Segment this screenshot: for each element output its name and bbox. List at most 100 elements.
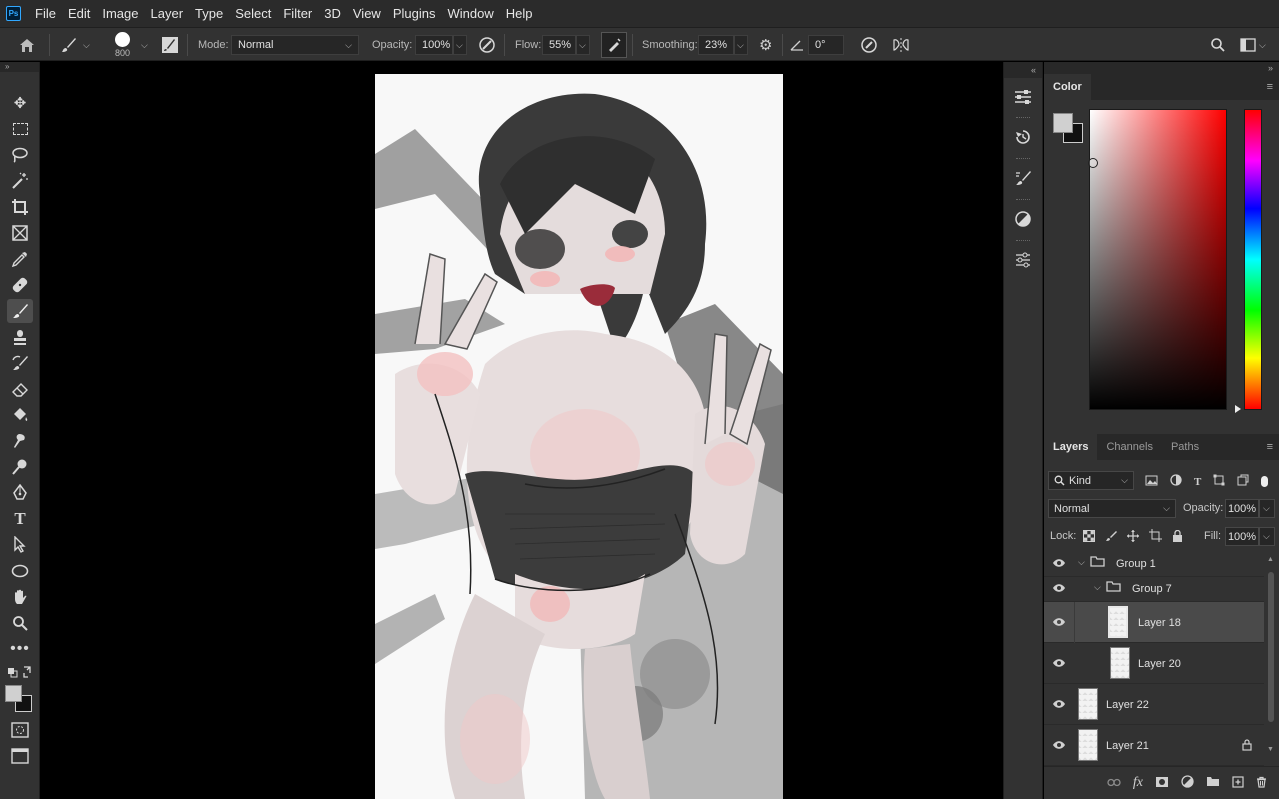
scrollbar-thumb[interactable] [1268,572,1274,722]
adjustments-icon[interactable] [1008,204,1038,234]
filter-adjustment-icon[interactable] [1170,474,1182,489]
chevron-down-icon[interactable]: ⌵ [141,28,148,62]
blend-mode-select[interactable]: Normal ⌵ [1048,499,1176,518]
trash-icon[interactable] [1256,776,1267,791]
fill-dropdown[interactable]: ⌵ [1259,527,1275,546]
new-layer-icon[interactable] [1232,775,1244,791]
panel-menu-icon[interactable]: ≡ [1267,81,1273,93]
pen-tool-icon[interactable] [7,481,33,505]
search-icon[interactable] [1210,28,1226,62]
menu-view[interactable]: View [347,0,387,27]
dodge-tool-icon[interactable] [7,455,33,479]
menu-image[interactable]: Image [96,0,144,27]
layer-row-group-1[interactable]: ⌵ Group 1 [1044,552,1264,577]
brush-tool-preset-icon[interactable]: ⌵ [60,28,90,62]
color-saturation-field[interactable] [1089,109,1227,410]
menu-window[interactable]: Window [441,0,499,27]
artwork-canvas[interactable] [375,74,783,799]
tab-paths[interactable]: Paths [1162,434,1208,460]
default-colors-icon[interactable] [7,663,33,681]
magic-wand-tool-icon[interactable] [7,169,33,193]
lock-transparency-icon[interactable] [1083,529,1095,545]
clone-stamp-tool-icon[interactable] [7,325,33,349]
smoothing-dropdown[interactable]: ⌵ [734,35,748,55]
brush-tool-icon[interactable] [7,299,33,323]
hand-tool-icon[interactable] [7,585,33,609]
mask-icon[interactable] [1155,776,1169,791]
pressure-opacity-icon[interactable] [478,28,496,62]
lock-artboard-icon[interactable] [1149,529,1162,545]
menu-plugins[interactable]: Plugins [387,0,442,27]
layer-opacity-input[interactable]: 100% [1225,499,1259,518]
quick-mask-icon[interactable] [7,718,33,742]
chevron-down-icon[interactable]: ⌵ [1094,582,1101,593]
chevron-down-icon[interactable]: ⌵ [1259,40,1266,51]
eye-icon[interactable] [1052,658,1066,671]
opacity-dropdown[interactable]: ⌵ [453,35,467,55]
eraser-tool-icon[interactable] [7,377,33,401]
lock-all-icon[interactable] [1172,529,1183,545]
layer-row-layer-21[interactable]: Layer 21 [1044,725,1264,766]
home-icon[interactable] [18,28,36,62]
opacity-input[interactable]: 100% [415,35,453,55]
symmetry-icon[interactable] [892,28,910,62]
foreground-color-swatch[interactable] [1053,113,1073,133]
color-swatches[interactable] [5,685,35,715]
layer-opacity-dropdown[interactable]: ⌵ [1259,499,1275,518]
menu-help[interactable]: Help [500,0,539,27]
history-brush-tool-icon[interactable] [7,351,33,375]
move-tool-icon[interactable]: ✥ [7,91,33,115]
tab-color[interactable]: Color [1044,74,1091,100]
marquee-tool-icon[interactable] [7,117,33,141]
collapse-chevrons-icon[interactable]: » [0,62,39,72]
folder-icon[interactable] [1206,776,1220,790]
filter-smart-object-icon[interactable] [1237,474,1249,489]
sliders-icon[interactable] [1008,245,1038,275]
layer-row-layer-20[interactable]: Layer 20 [1044,643,1264,684]
layers-scrollbar[interactable]: ▲ ▼ [1266,554,1276,759]
chevron-down-icon[interactable]: ⌵ [1078,557,1085,568]
filter-type-icon[interactable]: T [1194,476,1201,488]
brush-settings-icon[interactable] [161,28,179,62]
flow-input[interactable]: 55% [542,35,576,55]
healing-brush-tool-icon[interactable] [7,273,33,297]
menu-layer[interactable]: Layer [145,0,190,27]
hue-slider[interactable] [1244,109,1262,410]
foreground-color-swatch[interactable] [5,685,22,702]
hue-slider-handle[interactable] [1235,405,1241,413]
filter-shape-icon[interactable] [1213,474,1225,489]
menu-type[interactable]: Type [189,0,229,27]
path-selection-tool-icon[interactable] [7,533,33,557]
more-tools-icon[interactable]: ••• [7,637,33,661]
screen-mode-icon[interactable] [7,744,33,768]
scroll-up-icon[interactable]: ▲ [1267,556,1274,563]
fx-icon[interactable]: fx [1133,775,1143,791]
brush-size-picker[interactable]: 800 [115,28,130,62]
frame-tool-icon[interactable] [7,221,33,245]
eye-icon[interactable] [1052,583,1066,596]
color-picker-handle[interactable] [1088,158,1098,168]
flow-dropdown[interactable]: ⌵ [576,35,590,55]
history-icon[interactable] [1008,122,1038,152]
adjustment-icon[interactable] [1181,775,1194,791]
menu-3d[interactable]: 3D [318,0,347,27]
workspace-icon[interactable]: ⌵ [1240,28,1266,62]
menu-edit[interactable]: Edit [62,0,96,27]
airbrush-icon[interactable] [601,28,627,62]
layer-filter-select[interactable]: Kind ⌵ [1048,471,1134,490]
eye-icon[interactable] [1052,740,1066,753]
zoom-tool-icon[interactable] [7,611,33,635]
layer-row-group-7[interactable]: ⌵ Group 7 [1044,577,1264,602]
link-icon[interactable] [1107,776,1121,790]
filter-pixel-icon[interactable] [1145,475,1158,489]
pressure-size-icon[interactable] [860,28,878,62]
menu-filter[interactable]: Filter [277,0,318,27]
eye-icon[interactable] [1052,617,1066,630]
smoothing-input[interactable]: 23% [698,35,734,55]
smudge-tool-icon[interactable] [7,429,33,453]
type-tool-icon[interactable]: T [7,507,33,531]
crop-tool-icon[interactable] [7,195,33,219]
gear-icon[interactable]: ⚙ [759,28,772,62]
angle-input[interactable]: 0° [808,35,844,55]
eyedropper-tool-icon[interactable] [7,247,33,271]
